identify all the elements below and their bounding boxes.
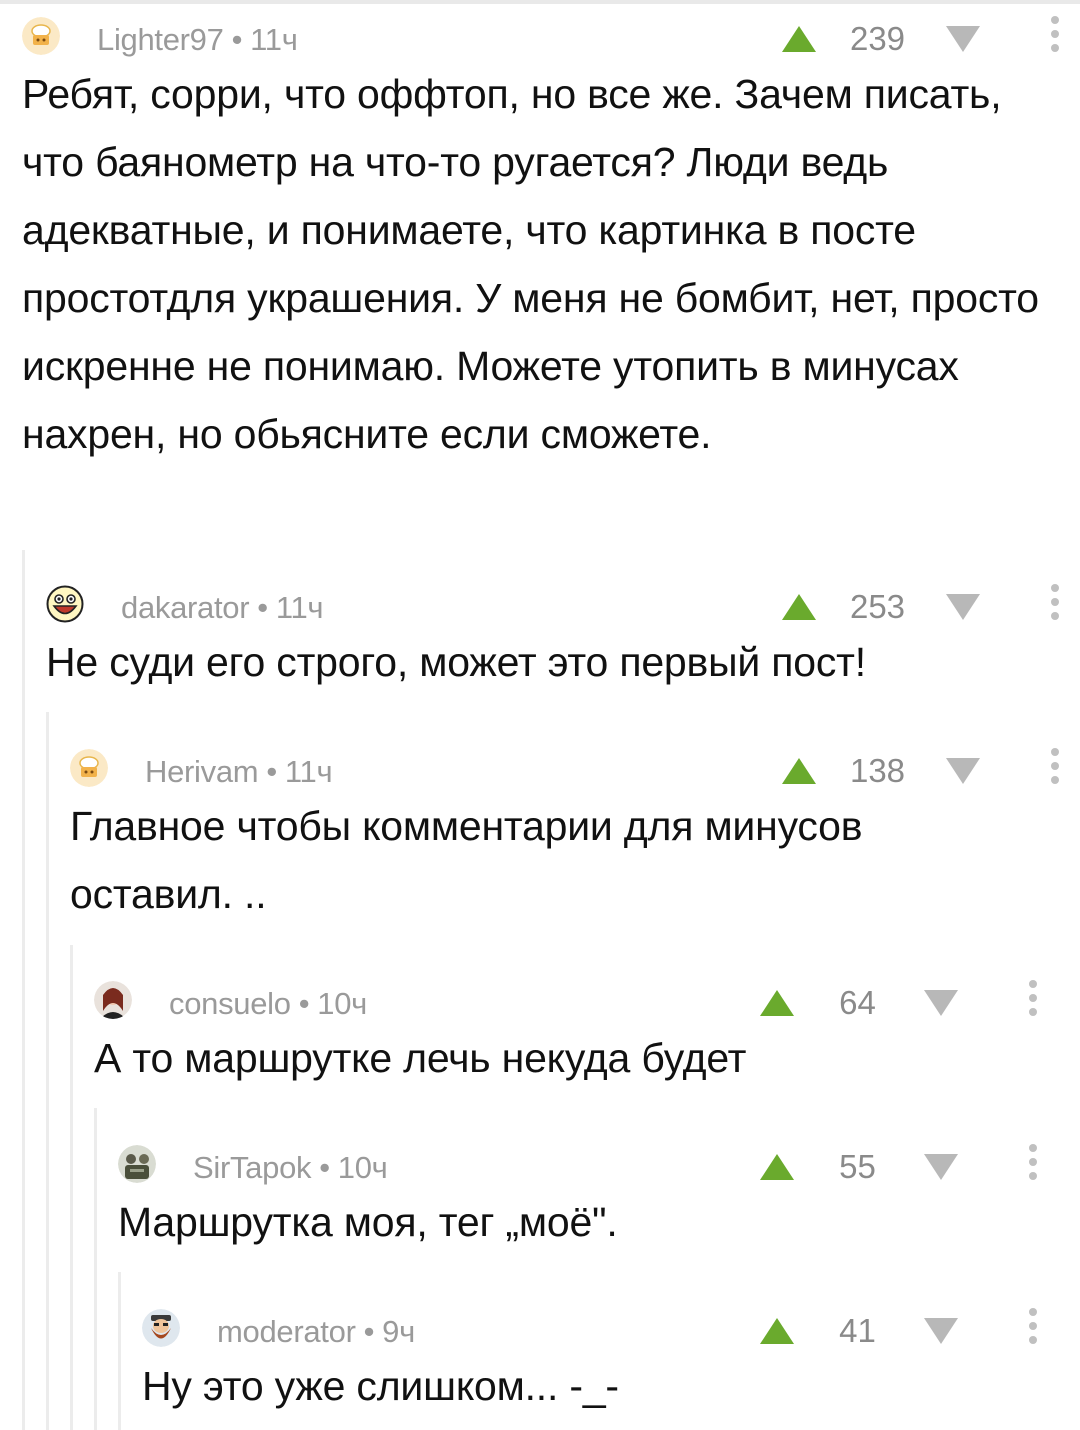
comment-time: 10ч	[337, 1150, 388, 1185]
comment-meta: SirTapok • 10ч	[193, 1150, 388, 1185]
author-name[interactable]: Herivam	[145, 754, 259, 789]
thread-line-3[interactable]	[70, 945, 73, 1430]
photo-avatar-icon[interactable]	[94, 981, 132, 1019]
downvote-icon[interactable]	[922, 1316, 960, 1346]
comment-header: consuelo • 10ч 64	[94, 978, 1080, 1021]
downvote-icon[interactable]	[922, 988, 960, 1018]
comment-time: 11ч	[284, 754, 333, 789]
upvote-icon[interactable]	[780, 592, 818, 622]
comment-time: 11ч	[275, 590, 324, 625]
thread-line-4[interactable]	[94, 1108, 97, 1430]
comment-header: Herivam • 11ч 138	[70, 746, 1080, 789]
upvote-icon[interactable]	[758, 988, 796, 1018]
comment: moderator • 9ч 41 Ну это уже слишком... -_…	[142, 1306, 1080, 1420]
rating-count: 55	[839, 1148, 876, 1185]
comment-text: Главное чтобы комментарии для минусов ос…	[70, 803, 863, 917]
rating-count: 64	[839, 984, 876, 1021]
thread-line-1[interactable]	[22, 550, 25, 1430]
chef-avatar-icon[interactable]	[70, 749, 108, 787]
comment: SirTapok • 10ч 55 Маршрутка моя, тег „моё"…	[118, 1142, 1080, 1256]
downvote-icon[interactable]	[944, 756, 982, 786]
comment-text: Ребят, сорри, что оффтоп, но все же. Зач…	[22, 71, 1039, 457]
author-name[interactable]: dakarator	[121, 590, 250, 625]
comment-text: А то маршрутке лечь некуда будет	[94, 1035, 747, 1081]
upvote-icon[interactable]	[758, 1152, 796, 1182]
comment-meta: Herivam • 11ч	[145, 754, 333, 789]
more-options-icon[interactable]	[1048, 584, 1062, 624]
comment-text: Не суди его строго, может это первый пос…	[46, 639, 866, 685]
comment-text: Маршрутка моя, тег „моё".	[118, 1199, 618, 1245]
comment: dakarator • 11ч 253 Не суди его строго, мо…	[46, 582, 1080, 696]
photo-avatar-icon[interactable]	[118, 1145, 156, 1183]
rating-count: 239	[849, 20, 906, 57]
rating-count: 253	[849, 588, 906, 625]
comment-time: 11ч	[250, 22, 298, 57]
comment-meta: consuelo • 10ч	[169, 986, 367, 1021]
more-options-icon[interactable]	[1048, 748, 1062, 788]
more-options-icon[interactable]	[1026, 980, 1040, 1020]
comment-header: dakarator • 11ч 253	[46, 582, 1080, 625]
comment-header: Lighter97 • 11ч 239	[22, 14, 1080, 57]
thread-line-2[interactable]	[46, 712, 49, 1430]
comment-time: 9ч	[382, 1314, 415, 1349]
comment-meta: moderator • 9ч	[217, 1314, 415, 1349]
downvote-icon[interactable]	[922, 1152, 960, 1182]
upvote-icon[interactable]	[780, 24, 818, 54]
author-name[interactable]: SirTapok	[193, 1150, 312, 1185]
thread-line-5[interactable]	[118, 1272, 121, 1430]
downvote-icon[interactable]	[944, 24, 982, 54]
bearded-avatar-icon[interactable]	[142, 1309, 180, 1347]
more-options-icon[interactable]	[1048, 16, 1062, 56]
top-divider	[0, 0, 1080, 4]
downvote-icon[interactable]	[944, 592, 982, 622]
author-name[interactable]: Lighter97	[97, 22, 224, 57]
comment-header: SirTapok • 10ч 55	[118, 1142, 1080, 1185]
upvote-icon[interactable]	[780, 756, 818, 786]
comment-header: moderator • 9ч 41	[142, 1306, 1080, 1349]
comment-meta: Lighter97 • 11ч	[97, 22, 298, 57]
more-options-icon[interactable]	[1026, 1308, 1040, 1348]
chef-avatar-icon[interactable]	[22, 17, 60, 55]
author-name[interactable]: consuelo	[169, 986, 291, 1021]
comment-time: 10ч	[317, 986, 367, 1021]
upvote-icon[interactable]	[758, 1316, 796, 1346]
author-name[interactable]: moderator	[217, 1314, 356, 1349]
comment: Lighter97 • 11ч 239 Ребят, сорри, что оффт…	[22, 14, 1080, 468]
more-options-icon[interactable]	[1026, 1144, 1040, 1184]
comment-meta: dakarator • 11ч	[121, 590, 324, 625]
rating-count: 41	[839, 1312, 876, 1349]
laughing-face-icon[interactable]	[46, 585, 84, 623]
comment: consuelo • 10ч 64 А то маршрутке лечь неку…	[94, 978, 1080, 1092]
rating-count: 138	[849, 752, 906, 789]
comment: Herivam • 11ч 138 Главное чтобы комментари…	[70, 746, 1080, 928]
comment-text: Ну это уже слишком... -_-	[142, 1363, 619, 1409]
